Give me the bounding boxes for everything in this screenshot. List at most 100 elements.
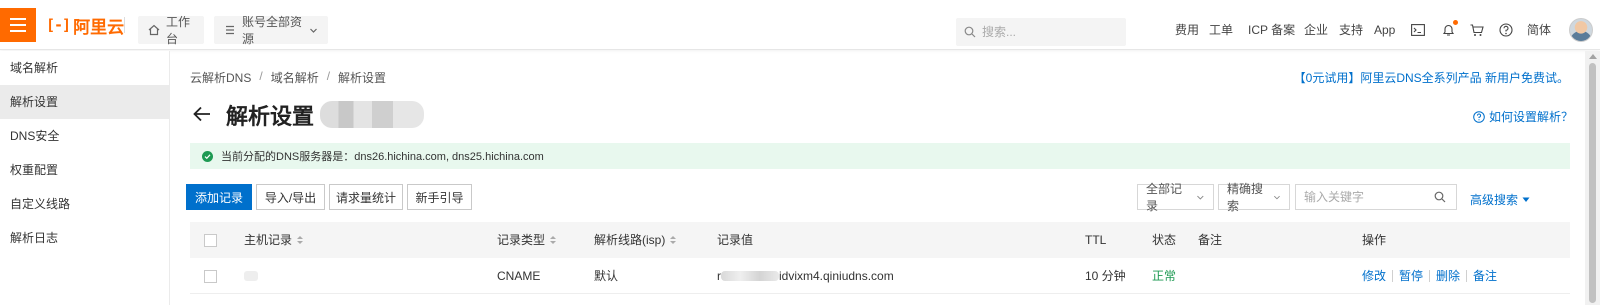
sort-icon	[670, 236, 677, 244]
table-row: CNAME 默认 r idvixm4.qiniudns.com 10 分钟 正常…	[190, 258, 1570, 294]
record-filter-value: 全部记录	[1146, 182, 1183, 213]
vertical-scrollbar[interactable]	[1585, 51, 1600, 305]
caret-down-icon	[1522, 197, 1530, 202]
column-remark: 备注	[1198, 233, 1223, 247]
column-actions: 操作	[1362, 233, 1387, 247]
search-mode-select[interactable]: 精确搜索	[1218, 182, 1290, 213]
sidebar-title: 域名解析	[10, 61, 59, 75]
import-export-button[interactable]: 导入/导出	[256, 184, 325, 210]
row-checkbox[interactable]	[204, 269, 217, 283]
check-circle-icon	[202, 150, 213, 162]
scrollbar-thumb[interactable]	[1589, 63, 1596, 303]
column-label: 记录类型	[497, 233, 546, 247]
sidebar-item-dns-logs[interactable]: 解析日志	[0, 221, 169, 255]
question-circle-icon	[1473, 110, 1485, 123]
nav-link-icp[interactable]: ICP 备案	[1248, 23, 1295, 37]
value-text: idvixm4.qiniudns.com	[779, 269, 894, 283]
breadcrumb: 云解析DNS / 域名解析 / 解析设置	[190, 69, 386, 86]
notification-dot	[1453, 20, 1458, 25]
advanced-search-toggle[interactable]: 高级搜索	[1470, 191, 1530, 208]
guide-button[interactable]: 新手引导	[407, 184, 472, 210]
list-icon	[226, 25, 234, 35]
cart-icon[interactable]	[1469, 22, 1485, 38]
back-arrow-icon[interactable]	[192, 104, 212, 124]
pause-action[interactable]: 暂停	[1399, 258, 1423, 294]
aliyun-logo[interactable]: [-] 阿里云	[46, 14, 125, 37]
breadcrumb-separator: /	[326, 69, 331, 83]
account-resources-label: 账号全部资源	[242, 15, 303, 46]
workbench-button[interactable]: 工作台	[138, 15, 204, 46]
action-divider	[1392, 270, 1394, 282]
help-icon[interactable]	[1498, 22, 1514, 38]
scroll-up-icon[interactable]	[1589, 54, 1597, 59]
main-content: 云解析DNS / 域名解析 / 解析设置 【0元试用】阿里云DNS全系列产品 新…	[170, 51, 1585, 305]
column-host[interactable]: 主机记录	[244, 222, 304, 258]
action-divider	[1429, 270, 1431, 282]
nav-link-enterprise[interactable]: 企业	[1304, 23, 1328, 37]
breadcrumb-item-current: 解析设置	[338, 71, 387, 85]
divider	[124, 17, 125, 33]
search-icon[interactable]	[1434, 191, 1446, 203]
sort-icon	[297, 236, 304, 244]
action-divider	[1466, 270, 1468, 282]
keyword-input[interactable]	[1304, 190, 1434, 204]
search-icon	[964, 26, 976, 38]
edit-action[interactable]: 修改	[1362, 258, 1386, 294]
advanced-search-label: 高级搜索	[1470, 193, 1519, 207]
breadcrumb-item[interactable]: 云解析DNS	[190, 69, 251, 86]
nav-link-billing[interactable]: 费用	[1175, 23, 1199, 37]
sidebar: 域名解析 解析设置 DNS安全 权重配置 自定义线路 解析日志	[0, 51, 170, 305]
terminal-icon[interactable]	[1410, 22, 1426, 38]
column-line[interactable]: 解析线路(isp)	[594, 222, 677, 258]
hamburger-menu-button[interactable]	[0, 8, 36, 42]
redacted-domain	[320, 101, 424, 128]
dns-server-notice: 当前分配的DNS服务器是：dns26.hichina.com, dns25.hi…	[190, 143, 1570, 169]
redacted-value	[721, 271, 779, 281]
request-stats-button[interactable]: 请求量统计	[329, 184, 403, 210]
column-type[interactable]: 记录类型	[497, 222, 557, 258]
breadcrumb-item[interactable]: 域名解析	[271, 69, 319, 86]
account-resources-dropdown[interactable]: 账号全部资源	[214, 15, 328, 46]
status-badge: 正常	[1152, 269, 1177, 283]
logo-text: 阿里云	[73, 17, 125, 37]
column-status: 状态	[1152, 233, 1177, 247]
sidebar-item-dns-settings[interactable]: 解析设置	[0, 85, 169, 119]
language-switch[interactable]: 简体	[1527, 23, 1551, 37]
breadcrumb-separator: /	[259, 69, 263, 83]
global-search-input[interactable]	[982, 25, 1112, 39]
top-navigation-bar: [-] 阿里云 工作台 账号全部资源 费用 工单 ICP 备案 企业 支持 Ap…	[0, 0, 1600, 50]
column-value: 记录值	[717, 233, 754, 247]
sidebar-item-weight-config[interactable]: 权重配置	[0, 153, 169, 187]
value-cell: r idvixm4.qiniudns.com	[717, 258, 894, 294]
select-all-checkbox[interactable]	[204, 233, 217, 247]
row-actions: 修改 暂停 删除 备注	[1362, 258, 1497, 294]
global-search[interactable]	[956, 18, 1126, 46]
search-mode-value: 精确搜索	[1227, 182, 1264, 213]
nav-link-support[interactable]: 支持	[1339, 23, 1363, 37]
remark-action[interactable]: 备注	[1473, 258, 1497, 294]
nav-link-app[interactable]: App	[1374, 23, 1395, 37]
sidebar-item-dns-security[interactable]: DNS安全	[0, 119, 169, 153]
notice-text: 当前分配的DNS服务器是：dns26.hichina.com, dns25.hi…	[221, 151, 544, 163]
bell-icon[interactable]	[1440, 20, 1458, 38]
help-link[interactable]: 如何设置解析？	[1473, 108, 1573, 125]
nav-link-tickets[interactable]: 工单	[1209, 23, 1233, 37]
chevron-down-icon	[1197, 195, 1204, 200]
home-icon	[148, 24, 160, 36]
promo-link[interactable]: 【0元试用】阿里云DNS全系列产品 新用户免费试。	[1294, 69, 1569, 86]
column-label: 主机记录	[244, 233, 293, 247]
column-ttl: TTL	[1085, 233, 1107, 247]
user-avatar[interactable]	[1569, 18, 1593, 42]
ttl-cell: 10 分钟	[1085, 269, 1126, 283]
record-filter-select[interactable]: 全部记录	[1137, 182, 1214, 213]
add-record-button[interactable]: 添加记录	[186, 184, 252, 210]
redacted-host	[244, 271, 258, 281]
keyword-search[interactable]	[1295, 184, 1457, 210]
help-link-label: 如何设置解析？	[1488, 110, 1573, 124]
chevron-down-icon	[1274, 195, 1280, 199]
sidebar-item-custom-line[interactable]: 自定义线路	[0, 187, 169, 221]
delete-action[interactable]: 删除	[1436, 258, 1460, 294]
host-cell	[244, 258, 263, 294]
aliyun-logo-mark: [-]	[46, 16, 71, 34]
line-cell: 默认	[594, 269, 619, 283]
